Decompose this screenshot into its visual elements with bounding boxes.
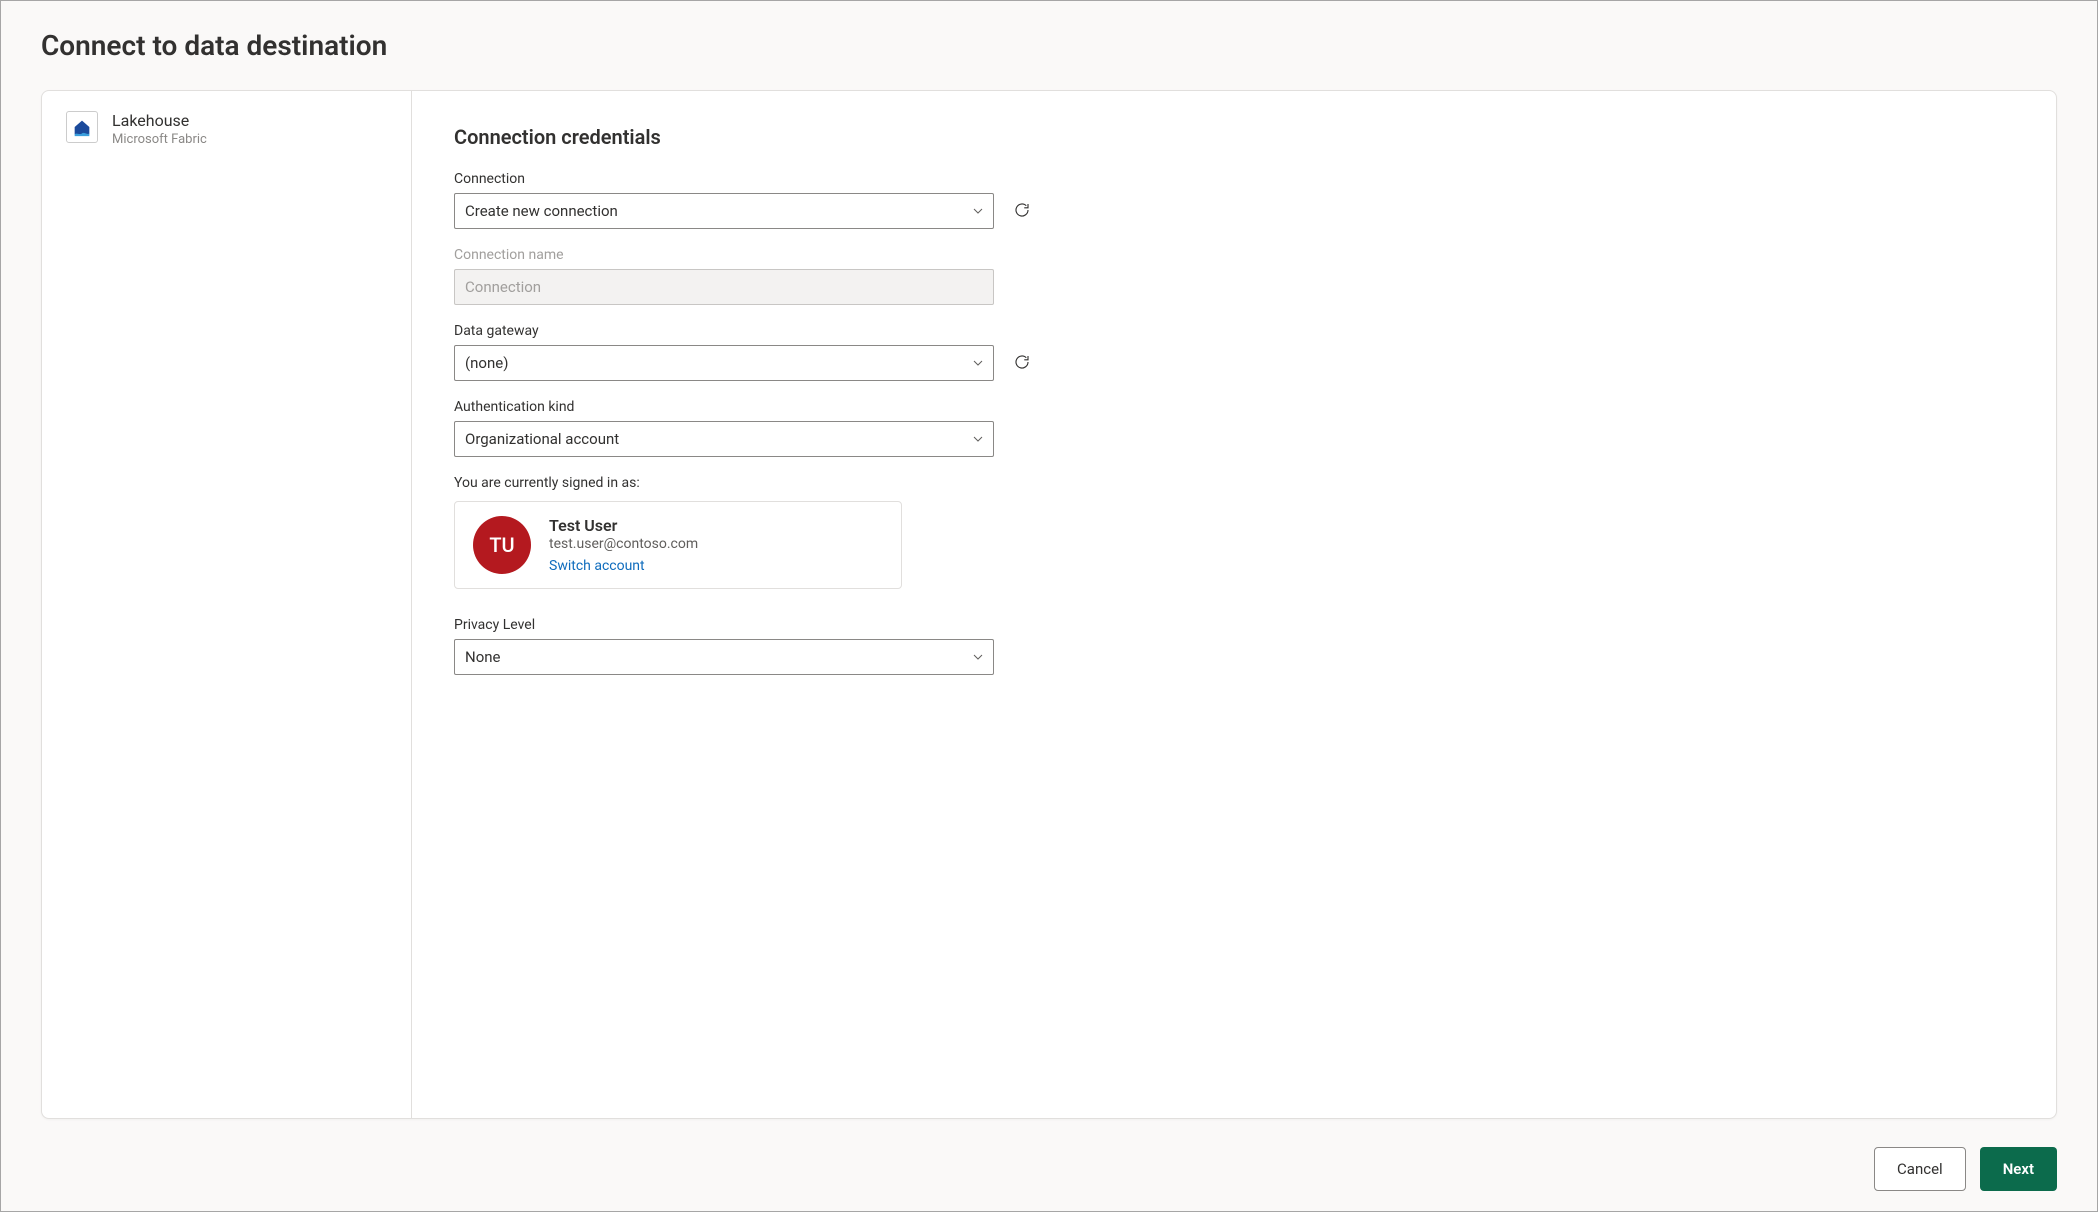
destination-subtitle: Microsoft Fabric: [112, 132, 207, 147]
data-gateway-refresh-button[interactable]: [1008, 349, 1036, 377]
connect-data-destination-dialog: Connect to data destination Lakehouse Mi…: [1, 1, 2097, 1211]
auth-kind-label: Authentication kind: [454, 399, 2014, 415]
privacy-level-label: Privacy Level: [454, 617, 2014, 633]
data-gateway-label: Data gateway: [454, 323, 2014, 339]
field-privacy-level: Privacy Level None: [454, 617, 2014, 675]
connection-select[interactable]: Create new connection: [454, 193, 994, 229]
signed-in-user-card: TU Test User test.user@contoso.com Switc…: [454, 501, 902, 589]
avatar: TU: [473, 516, 531, 574]
section-title: Connection credentials: [454, 125, 2014, 149]
field-auth-kind: Authentication kind Organizational accou…: [454, 399, 2014, 457]
user-email: test.user@contoso.com: [549, 536, 698, 552]
privacy-level-select-value: None: [465, 648, 501, 666]
destination-name: Lakehouse: [112, 111, 207, 130]
data-gateway-select[interactable]: (none): [454, 345, 994, 381]
chevron-down-icon: [971, 204, 985, 218]
destination-texts: Lakehouse Microsoft Fabric: [112, 111, 207, 147]
connection-name-label: Connection name: [454, 247, 2014, 263]
refresh-icon: [1013, 353, 1031, 374]
main-pane: Connection credentials Connection Create…: [412, 91, 2056, 1118]
connection-refresh-button[interactable]: [1008, 197, 1036, 225]
dialog-title: Connect to data destination: [41, 29, 2057, 62]
switch-account-link[interactable]: Switch account: [549, 558, 645, 574]
auth-kind-select[interactable]: Organizational account: [454, 421, 994, 457]
field-data-gateway: Data gateway (none): [454, 323, 2014, 381]
field-connection-name: Connection name: [454, 247, 2014, 305]
auth-kind-select-value: Organizational account: [465, 430, 619, 448]
content-card: Lakehouse Microsoft Fabric Connection cr…: [41, 90, 2057, 1119]
data-gateway-select-value: (none): [465, 354, 508, 372]
user-details: Test User test.user@contoso.com Switch a…: [549, 516, 698, 574]
user-display-name: Test User: [549, 516, 698, 535]
chevron-down-icon: [971, 432, 985, 446]
destination-item-lakehouse[interactable]: Lakehouse Microsoft Fabric: [66, 111, 387, 147]
lakehouse-icon: [66, 111, 98, 143]
chevron-down-icon: [971, 356, 985, 370]
connection-select-value: Create new connection: [465, 202, 618, 220]
signed-in-label: You are currently signed in as:: [454, 475, 2014, 491]
chevron-down-icon: [971, 650, 985, 664]
dialog-footer: Cancel Next: [41, 1119, 2057, 1191]
connection-name-input[interactable]: [454, 269, 994, 305]
cancel-button[interactable]: Cancel: [1874, 1147, 1966, 1191]
connection-label: Connection: [454, 171, 2014, 187]
next-button[interactable]: Next: [1980, 1147, 2057, 1191]
field-connection: Connection Create new connection: [454, 171, 2014, 229]
sidebar: Lakehouse Microsoft Fabric: [42, 91, 412, 1118]
refresh-icon: [1013, 201, 1031, 222]
privacy-level-select[interactable]: None: [454, 639, 994, 675]
